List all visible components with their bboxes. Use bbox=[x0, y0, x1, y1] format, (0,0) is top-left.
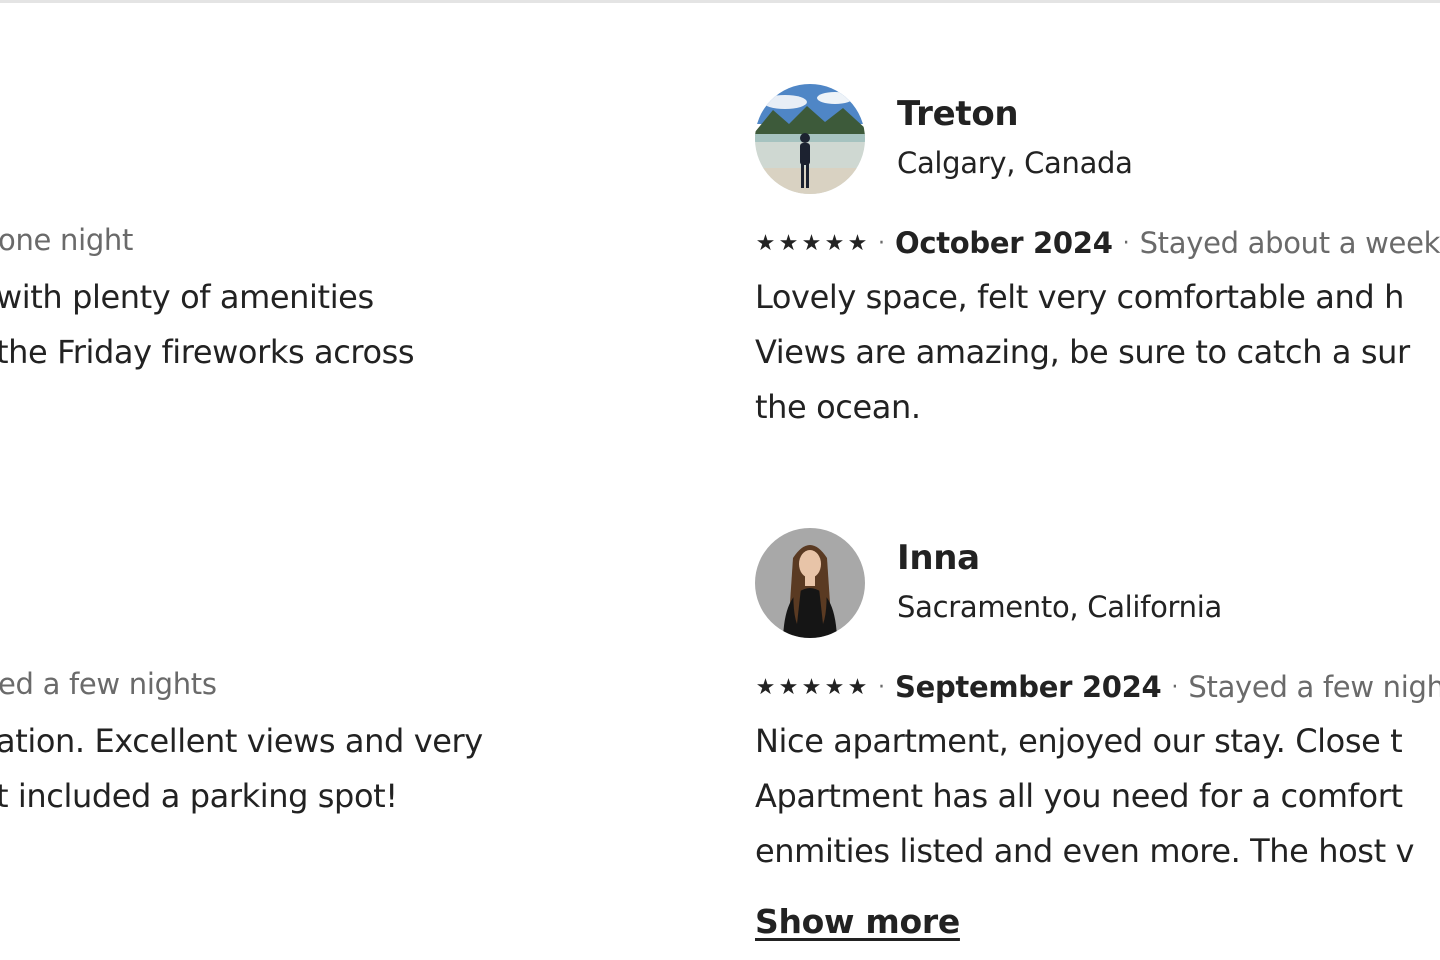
rating-stars: ★ ★ ★ ★ ★ bbox=[755, 675, 868, 700]
review-meta: ★ ★ ★ ★ ★ · September 2024 · Stayed a fe… bbox=[755, 667, 1440, 707]
avatar[interactable] bbox=[755, 84, 865, 194]
star-icon: ★ bbox=[778, 674, 799, 700]
review-text-line: enmities listed and even more. The host … bbox=[755, 832, 1415, 870]
right-reviews-column: Treton Calgary, Canada ★ ★ ★ ★ ★ · Octob… bbox=[755, 0, 1440, 960]
review-text-line: t included a parking spot! bbox=[0, 777, 398, 815]
review-date: September 2024 bbox=[895, 670, 1162, 704]
stay-duration: Stayed a few nights bbox=[1188, 670, 1440, 704]
star-icon: ★ bbox=[755, 674, 776, 700]
avatar-photo bbox=[755, 84, 865, 194]
review-text: Nice apartment, enjoyed our stay. Close … bbox=[755, 714, 1414, 879]
separator-dot: · bbox=[1122, 230, 1130, 256]
reviewer-location: Calgary, Canada bbox=[897, 146, 1133, 180]
stay-duration: Stayed about a week bbox=[1139, 226, 1440, 260]
review-text-line: with plenty of amenities bbox=[0, 278, 374, 316]
review-text-line: Nice apartment, enjoyed our stay. Close … bbox=[755, 722, 1403, 760]
star-icon: ★ bbox=[801, 674, 822, 700]
review-text-line: Lovely space, felt very comfortable and … bbox=[755, 278, 1404, 316]
left-reviews-column: one night with plenty of amenities the F… bbox=[0, 0, 700, 960]
stay-duration: ed a few nights bbox=[0, 667, 217, 701]
separator-dot: · bbox=[878, 230, 885, 256]
reviewer-name[interactable]: Inna bbox=[897, 538, 980, 578]
review-text-line: Views are amazing, be sure to catch a su… bbox=[755, 333, 1410, 371]
show-more-link[interactable]: Show more bbox=[755, 902, 960, 941]
stay-duration: one night bbox=[0, 223, 134, 257]
reviewer-location: Sacramento, California bbox=[897, 590, 1222, 624]
review-text-line: ation. Excellent views and very bbox=[0, 722, 483, 760]
star-icon: ★ bbox=[847, 230, 868, 256]
review-text: Lovely space, felt very comfortable and … bbox=[755, 270, 1410, 435]
star-icon: ★ bbox=[847, 674, 868, 700]
star-icon: ★ bbox=[801, 230, 822, 256]
review-text-line: the ocean. bbox=[755, 388, 921, 426]
rating-stars: ★ ★ ★ ★ ★ bbox=[755, 231, 868, 256]
separator-dot: · bbox=[1171, 674, 1179, 700]
reviewer-name[interactable]: Treton bbox=[897, 94, 1019, 134]
star-icon: ★ bbox=[824, 674, 845, 700]
avatar-photo bbox=[755, 528, 865, 638]
review-text-line: Apartment has all you need for a comfort bbox=[755, 777, 1403, 815]
star-icon: ★ bbox=[755, 230, 776, 256]
review-date: October 2024 bbox=[895, 226, 1113, 260]
review-meta: ★ ★ ★ ★ ★ · October 2024 · Stayed about … bbox=[755, 223, 1440, 263]
separator-dot: · bbox=[878, 674, 885, 700]
review-text-line: the Friday fireworks across bbox=[0, 333, 415, 371]
star-icon: ★ bbox=[778, 230, 799, 256]
star-icon: ★ bbox=[824, 230, 845, 256]
avatar[interactable] bbox=[755, 528, 865, 638]
